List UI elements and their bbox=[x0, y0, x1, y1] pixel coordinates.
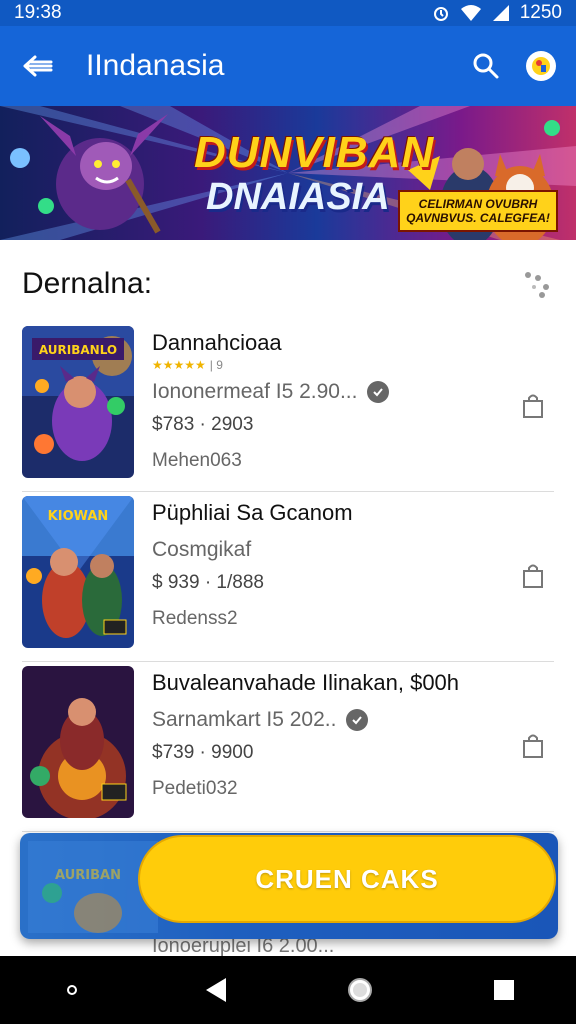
nav-overview-icon[interactable] bbox=[484, 970, 524, 1010]
status-icons: 1250 bbox=[432, 2, 562, 24]
banner-tag: CELIRMAN OVUBRH QAVNBVUS. CALEGFEA! bbox=[398, 190, 558, 232]
promo-banner[interactable]: DUNVIBAN DNAIASIA CELIRMAN OVUBRH QAVNBV… bbox=[0, 106, 576, 240]
item-title: Buvaleanvahade Ilinakan, $00h bbox=[152, 670, 460, 695]
item-title: Dannahcioaa bbox=[152, 330, 282, 355]
item-subtitle: Iononermeaf I5 2.90... bbox=[152, 380, 504, 404]
peek-text: Ionoeruplei I6 2.00... bbox=[152, 939, 335, 957]
item-subtitle-text: Cosmgikaf bbox=[152, 538, 252, 561]
item-info: Dannahcioaa ★★★★★ | 9 Iononermeaf I5 2.90… bbox=[152, 330, 504, 472]
game-list: AURIBANLO Dannahcioaa ★★★★★ | 9 Iononerme… bbox=[22, 322, 554, 832]
rating-count: | 9 bbox=[209, 358, 223, 372]
banner-title: DUNVIBAN bbox=[194, 128, 435, 177]
verified-icon bbox=[346, 709, 369, 731]
signal-icon bbox=[492, 5, 509, 21]
cta-card: AURIBAN CRUEN CAKS bbox=[20, 833, 558, 939]
item-meta: Pedeti032 bbox=[152, 778, 238, 799]
rating-stars: ★★★★★ bbox=[152, 358, 206, 372]
thumbnail-label: AURIBANLO bbox=[39, 343, 117, 357]
cta-button[interactable]: CRUEN CAKS bbox=[138, 835, 556, 923]
shopping-bag-icon[interactable] bbox=[520, 562, 546, 590]
game-thumbnail bbox=[22, 666, 134, 818]
section-header: Dernalna: bbox=[22, 262, 554, 306]
search-icon[interactable] bbox=[468, 48, 504, 84]
rating: ★★★★★ | 9 bbox=[152, 358, 504, 374]
list-item[interactable]: AURIBANLO Dannahcioaa ★★★★★ | 9 Iononerme… bbox=[22, 322, 554, 492]
item-title: Püphliai Sa Gcanom bbox=[152, 500, 353, 525]
item-info: Püphliai Sa Gcanom Cosmgikaf $ 939 · 1/8… bbox=[152, 500, 504, 630]
shopping-bag-icon[interactable] bbox=[520, 732, 546, 760]
section-title: Dernalna: bbox=[22, 267, 153, 300]
item-meta: Redenss2 bbox=[152, 608, 238, 629]
nav-back-icon[interactable] bbox=[196, 970, 236, 1010]
shopping-bag-icon[interactable] bbox=[520, 392, 546, 420]
status-time: 19:38 bbox=[14, 2, 62, 23]
alarm-icon bbox=[433, 7, 448, 21]
item-subtitle-text: Sarnamkart I5 202.. bbox=[152, 708, 337, 731]
item-price: $739 · 9900 bbox=[152, 742, 254, 763]
app-title: IIndanasia bbox=[86, 49, 225, 82]
navigation-bar bbox=[0, 956, 576, 1024]
game-thumbnail: AURIBANLO bbox=[22, 326, 134, 478]
recent-apps-dot-icon[interactable] bbox=[52, 970, 92, 1010]
dots-icon[interactable] bbox=[520, 267, 554, 301]
verified-icon bbox=[367, 381, 390, 403]
status-bar: 19:38 1250 bbox=[0, 0, 576, 26]
game-thumbnail: KIOWAN bbox=[22, 496, 134, 648]
nav-home-icon[interactable] bbox=[340, 970, 380, 1010]
banner-tag-line2: QAVNBVUS. CALEGFEA! bbox=[406, 211, 550, 225]
item-price: $783 · 2903 bbox=[152, 414, 254, 435]
status-battery-level: 1250 bbox=[519, 2, 562, 23]
item-subtitle: Sarnamkart I5 202.. bbox=[152, 708, 504, 732]
back-arrow-icon[interactable] bbox=[20, 48, 56, 84]
item-info: Buvaleanvahade Ilinakan, $00h Sarnamkart… bbox=[152, 670, 504, 800]
list-item-peek: Ionoeruplei I6 2.00... bbox=[22, 939, 554, 957]
item-price: $ 939 · 1/888 bbox=[152, 572, 264, 593]
account-avatar-icon[interactable] bbox=[526, 51, 556, 81]
thumbnail-label: KIOWAN bbox=[48, 509, 109, 524]
item-subtitle-text: Iononermeaf I5 2.90... bbox=[152, 380, 358, 403]
banner-subtitle: DNAIASIA bbox=[206, 176, 390, 218]
list-item[interactable]: KIOWAN Püphliai Sa Gcanom Cosmgikaf $ 93… bbox=[22, 492, 554, 662]
banner-tag-line1: CELIRMAN OVUBRH bbox=[418, 197, 538, 211]
svg-text:AURIBAN: AURIBAN bbox=[55, 868, 121, 883]
app-bar: IIndanasia bbox=[0, 26, 576, 106]
list-item[interactable]: Buvaleanvahade Ilinakan, $00h Sarnamkart… bbox=[22, 662, 554, 832]
item-meta: Mehen063 bbox=[152, 450, 242, 471]
wifi-icon bbox=[460, 5, 481, 21]
item-subtitle: Cosmgikaf bbox=[152, 538, 504, 562]
